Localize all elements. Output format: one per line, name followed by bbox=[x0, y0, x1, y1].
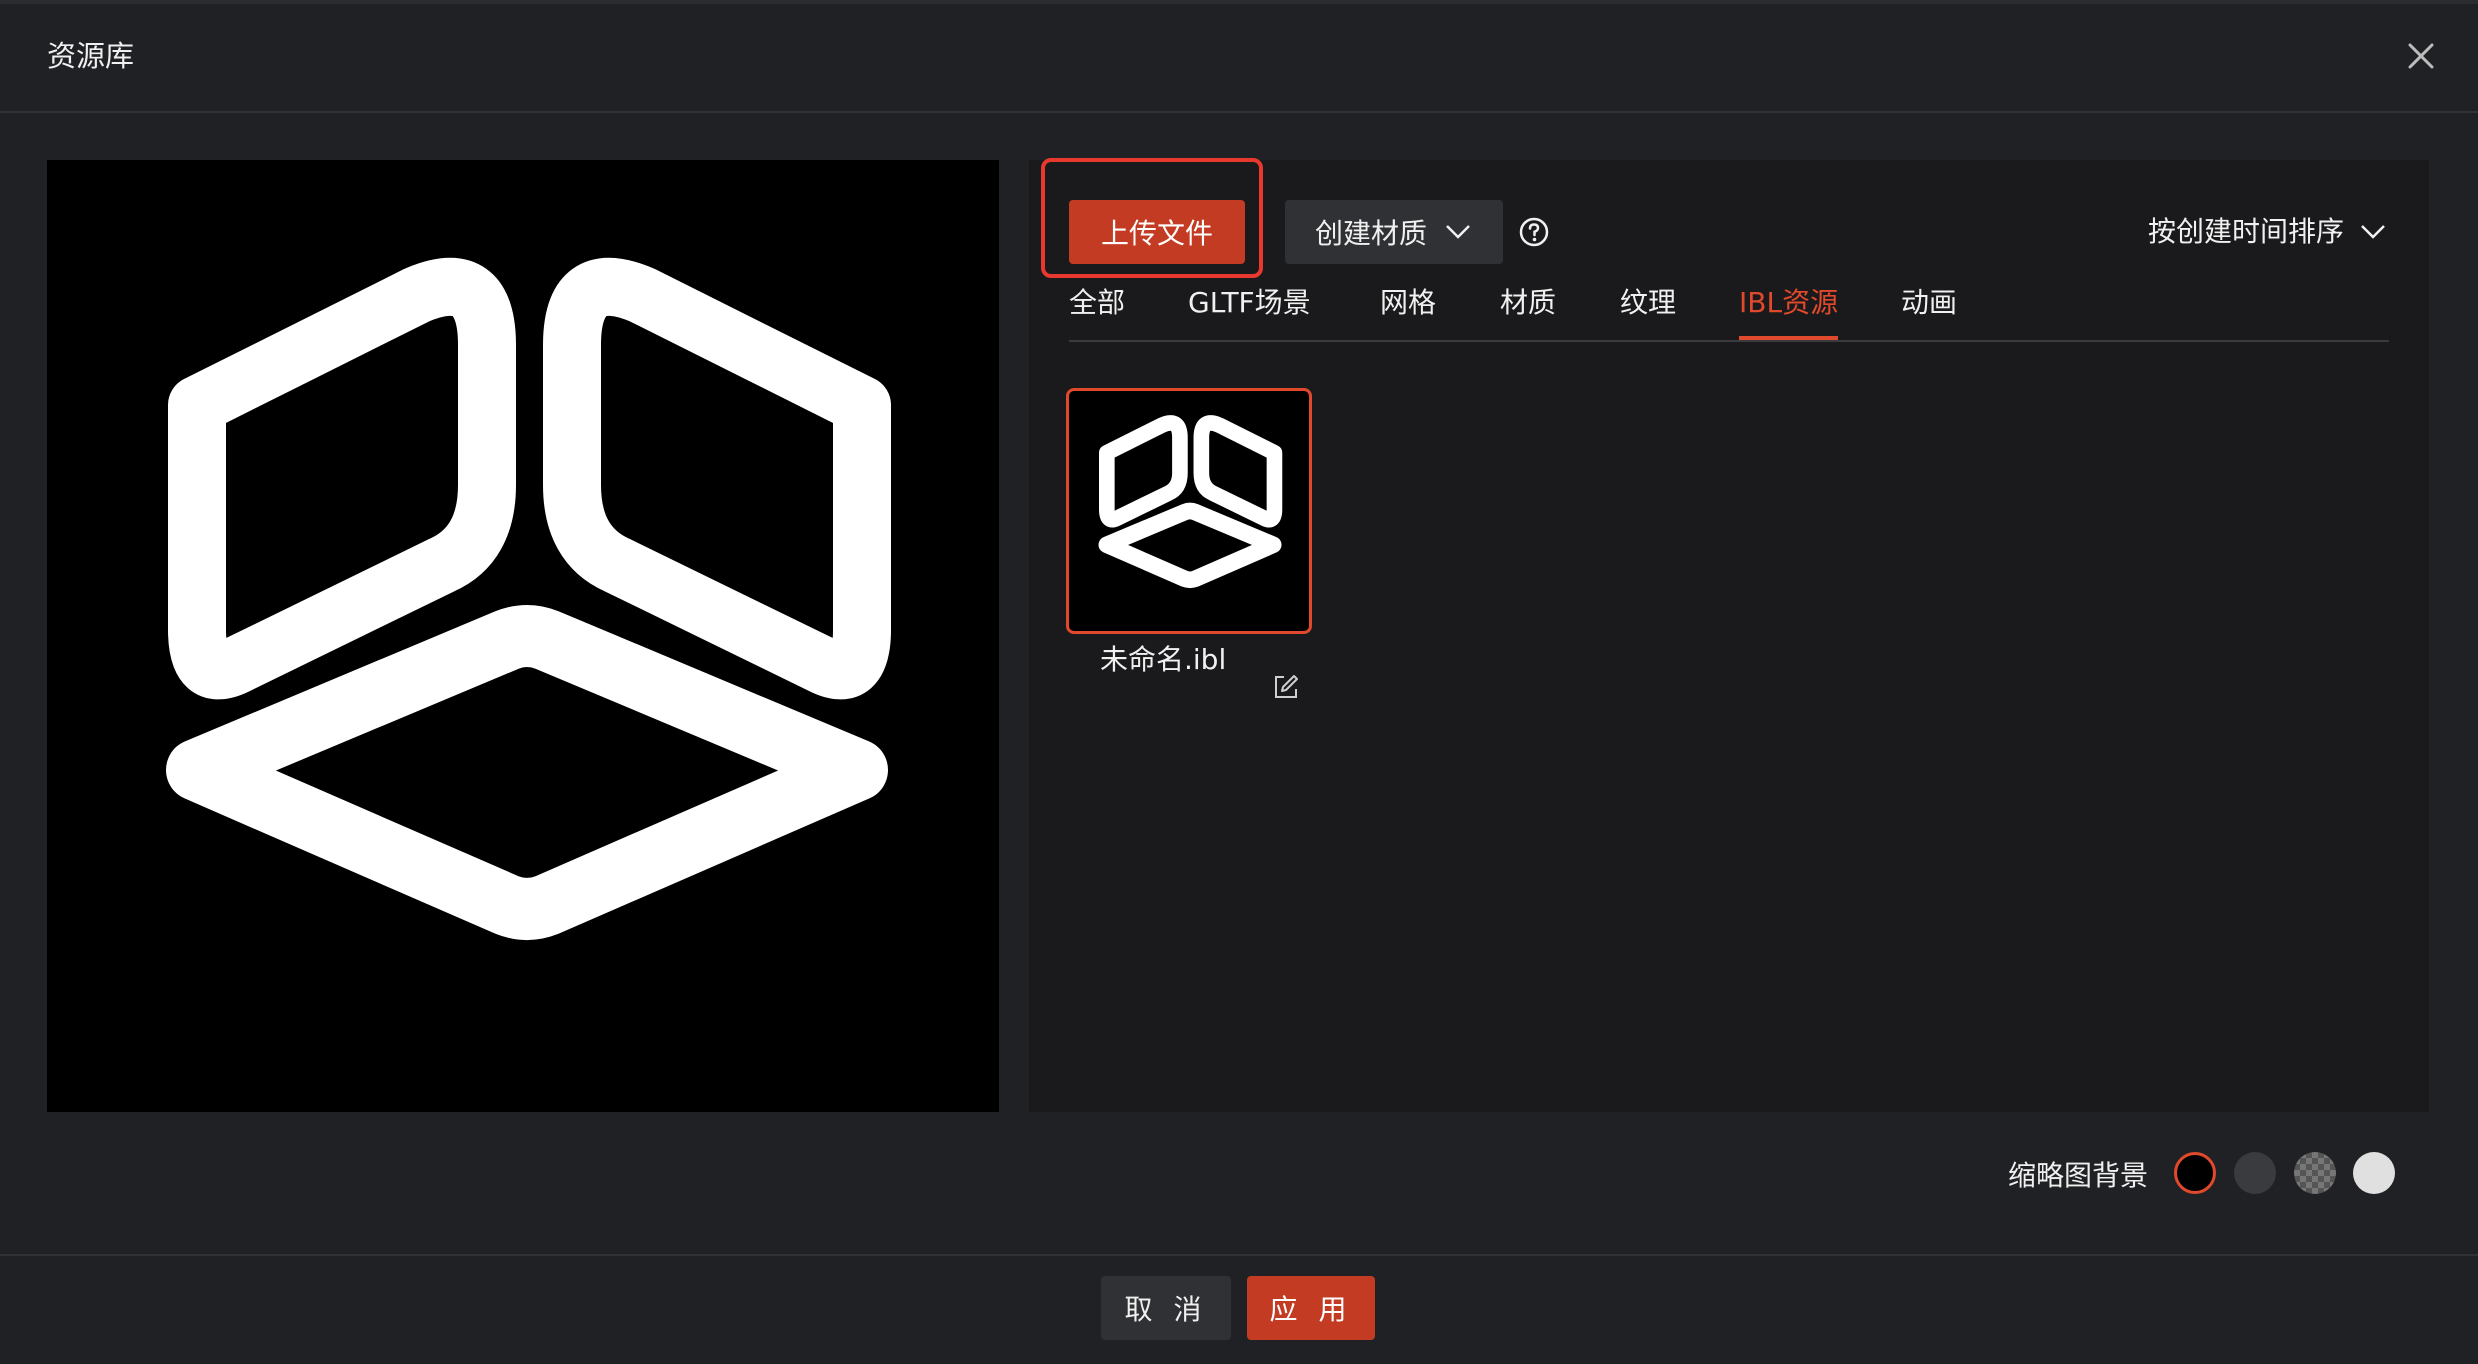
tab-material[interactable]: 材质 bbox=[1500, 284, 1556, 336]
tab-gltf-scene[interactable]: GLTF场景 bbox=[1188, 284, 1311, 336]
dialog-footer bbox=[0, 1254, 2478, 1364]
tab-mesh[interactable]: 网格 bbox=[1380, 284, 1436, 336]
chevron-down-icon bbox=[1446, 225, 1470, 239]
dialog-header: 资源库 bbox=[0, 0, 2478, 113]
dialog-title: 资源库 bbox=[47, 39, 135, 73]
preview-panel bbox=[47, 160, 999, 1112]
chevron-down-icon[interactable] bbox=[2360, 220, 2386, 244]
cancel-button[interactable]: 取 消 bbox=[1101, 1276, 1231, 1340]
resource-library-dialog: 资源库 上传文件 创建材质 按创建时间排序 全部 GLTF场景 网格 材质 纹理… bbox=[0, 0, 2478, 1364]
asset-name: 未命名.ibl bbox=[1100, 643, 1227, 676]
sort-dropdown[interactable]: 按创建时间排序 bbox=[2148, 210, 2344, 254]
asset-thumbnail bbox=[1098, 415, 1283, 589]
asset-tabs: 全部 GLTF场景 网格 材质 纹理 IBL资源 动画 bbox=[1069, 284, 2389, 342]
close-icon[interactable] bbox=[2401, 36, 2441, 76]
tab-texture[interactable]: 纹理 bbox=[1620, 284, 1676, 336]
asset-card[interactable] bbox=[1066, 388, 1312, 634]
tab-ibl-resources[interactable]: IBL资源 bbox=[1739, 284, 1839, 340]
edit-icon[interactable] bbox=[1273, 674, 1299, 700]
create-material-button[interactable]: 创建材质 bbox=[1285, 200, 1503, 264]
question-circle-icon[interactable] bbox=[1518, 216, 1550, 248]
upload-file-button[interactable]: 上传文件 bbox=[1069, 200, 1245, 264]
thumbnail-background-label: 缩略图背景 bbox=[2008, 1159, 2149, 1192]
tab-animation[interactable]: 动画 bbox=[1901, 284, 1957, 336]
logo-preview-image bbox=[166, 257, 891, 940]
tab-all[interactable]: 全部 bbox=[1069, 284, 1125, 336]
swatch-black[interactable] bbox=[2174, 1152, 2216, 1194]
swatch-dark-gray[interactable] bbox=[2234, 1152, 2276, 1194]
swatch-checker[interactable] bbox=[2294, 1152, 2336, 1194]
create-material-label: 创建材质 bbox=[1315, 217, 1428, 250]
swatch-light-gray[interactable] bbox=[2353, 1152, 2395, 1194]
apply-button[interactable]: 应 用 bbox=[1247, 1276, 1375, 1340]
